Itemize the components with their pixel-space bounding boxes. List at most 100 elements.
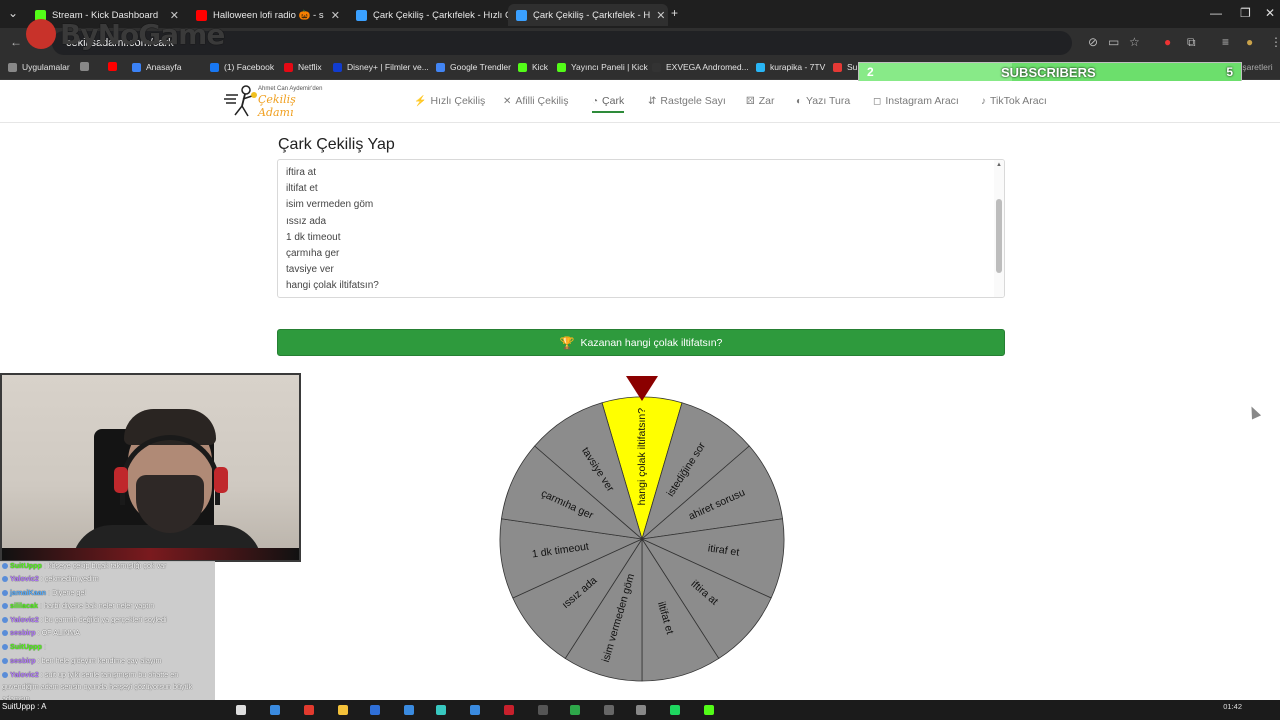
chat-username[interactable]: sesbirp bbox=[10, 628, 36, 637]
site-navbar: Ahmet Can Aydemir'den Çekiliş Adamı ⚡ Hız… bbox=[0, 81, 1280, 123]
entry-line: tavsiye ver bbox=[286, 264, 334, 276]
back-icon[interactable]: ← bbox=[10, 35, 22, 49]
chat-username[interactable]: Yalovic2 bbox=[10, 670, 39, 679]
bookmark-label: Anasayfa bbox=[146, 62, 182, 72]
taskbar-app-icon[interactable] bbox=[470, 705, 480, 715]
nav-item-label: Çark bbox=[602, 95, 625, 107]
nav-item-label: Hızlı Çekiliş bbox=[430, 95, 486, 107]
bookmark-item[interactable]: Netflix bbox=[284, 62, 322, 72]
site-logo[interactable]: Ahmet Can Aydemir'den Çekiliş Adamı bbox=[224, 83, 334, 119]
nav-item[interactable]: ✕ Afilli Çekiliş bbox=[503, 95, 568, 107]
taskbar-app-icon[interactable] bbox=[704, 705, 714, 715]
taskbar-app-icon[interactable] bbox=[604, 705, 614, 715]
browser-tab[interactable]: Çark Çekiliş - Çarkıfelek - H ✕ bbox=[508, 4, 668, 26]
entry-line: 1 dk timeout bbox=[286, 231, 341, 243]
mute-icon[interactable]: ⊘ bbox=[1088, 35, 1098, 49]
taskbar-app-icon[interactable] bbox=[670, 705, 680, 715]
tab-close-icon[interactable]: ✕ bbox=[325, 9, 340, 22]
extensions-puzzle-icon[interactable]: ⧉ bbox=[1187, 35, 1196, 50]
stream-chat: SuitUppp: köşeye çekip bıçak takmışlığı … bbox=[0, 561, 215, 711]
taskbar-app-icon[interactable] bbox=[636, 705, 646, 715]
minimize-icon[interactable]: — bbox=[1210, 6, 1222, 20]
tab-close-icon[interactable]: ✕ bbox=[650, 9, 665, 22]
chat-message: Yalovic2: çekmedim yedim bbox=[2, 574, 213, 583]
bookmark-favicon-icon bbox=[557, 62, 566, 72]
bookmark-item[interactable]: EXVEGA Andromed... bbox=[652, 62, 749, 72]
taskbar-app-icon[interactable] bbox=[338, 705, 348, 715]
browser-tab[interactable]: Çark Çekiliş - Çarkıfelek - Hızlı Ç✕ bbox=[348, 4, 508, 26]
close-window-icon[interactable]: ✕ bbox=[1265, 6, 1275, 20]
subscriber-current: 2 bbox=[867, 65, 874, 79]
chat-username[interactable]: Yalovic2 bbox=[10, 615, 39, 624]
nav-item[interactable]: ◻ Instagram Aracı bbox=[873, 95, 959, 107]
scroll-up-icon[interactable]: ▲ bbox=[996, 162, 1002, 168]
bookmark-item[interactable]: Google Trendler bbox=[436, 62, 511, 72]
nav-item-label: Yazı Tura bbox=[806, 95, 851, 107]
bookmark-item[interactable]: (1) Facebook bbox=[210, 62, 274, 72]
nav-item-icon: ◐ bbox=[796, 95, 803, 107]
taskbar-app-icon[interactable] bbox=[304, 705, 314, 715]
chat-username[interactable]: sesbirp bbox=[10, 656, 36, 665]
nav-item[interactable]: ◐ Yazı Tura bbox=[796, 95, 850, 107]
nav-item[interactable]: ♪ TikTok Aracı bbox=[981, 95, 1047, 107]
cast-icon[interactable]: ▭ bbox=[1108, 35, 1119, 49]
nav-item[interactable]: ⚄ Zar bbox=[746, 95, 774, 107]
bookmark-item[interactable]: Yayıncı Paneli | Kick bbox=[557, 62, 648, 72]
entries-scrollbar[interactable]: ▲ bbox=[994, 160, 1004, 297]
chat-text: köşeye çekip bıçak takmışlığı çok var bbox=[47, 561, 167, 570]
bookmark-item[interactable]: Disney+ | Filmler ve... bbox=[333, 62, 429, 72]
tab-label: Halloween lofi radio 🎃 - s bbox=[213, 9, 324, 21]
tab-favicon-icon bbox=[516, 9, 527, 21]
taskbar-app-icon[interactable] bbox=[370, 705, 380, 715]
site-logo-tagline: Ahmet Can Aydemir'den bbox=[258, 86, 323, 92]
chat-text: bu çarmıh değildi ya gerçekleri soyledi bbox=[44, 615, 167, 624]
chat-message: SuitUppp: köşeye çekip bıçak takmışlığı … bbox=[2, 561, 213, 570]
taskbar-app-icon[interactable] bbox=[404, 705, 414, 715]
entries-scroll-thumb[interactable] bbox=[996, 199, 1002, 273]
chat-username[interactable]: SuitUppp bbox=[10, 642, 42, 651]
taskbar-app-icon[interactable] bbox=[270, 705, 280, 715]
bookmark-favicon-icon bbox=[518, 62, 527, 72]
new-tab-button[interactable]: + bbox=[671, 6, 678, 20]
bookmark-favicon-icon bbox=[652, 62, 661, 72]
bookmark-item[interactable]: kurapika - 7TV bbox=[756, 62, 825, 72]
bookmark-item[interactable]: Anasayfa bbox=[132, 62, 181, 72]
reading-list-icon[interactable]: ≡ bbox=[1222, 35, 1229, 49]
nav-item-label: Zar bbox=[758, 95, 775, 107]
bookmark-favicon-icon bbox=[108, 62, 117, 71]
chat-text: harbi diyene bak neler neler yaptın bbox=[43, 601, 155, 610]
chat-badge-icon bbox=[2, 563, 8, 570]
bookmark-star-icon[interactable]: ☆ bbox=[1129, 35, 1140, 49]
extension-icon[interactable]: ● bbox=[1164, 35, 1171, 49]
nav-item[interactable]: ◔ Çark bbox=[592, 95, 625, 113]
taskbar-app-icon[interactable] bbox=[538, 705, 548, 715]
entries-textarea[interactable]: iftira at iltifat et isim vermeden göm ıssı… bbox=[277, 159, 1005, 298]
nav-item[interactable]: ⚡ Hızlı Çekiliş bbox=[414, 95, 485, 107]
restore-icon[interactable]: ❐ bbox=[1240, 6, 1251, 20]
menu-icon[interactable]: ⋮ bbox=[1270, 35, 1280, 49]
tab-label: Çark Çekiliş - Çarkıfelek - H bbox=[533, 9, 651, 21]
bookmark-item[interactable]: Su bbox=[833, 62, 857, 72]
chat-message: jamaiKaan: Diyene gel bbox=[2, 588, 213, 597]
bookmark-favicon-icon bbox=[833, 62, 842, 72]
profile-avatar-icon[interactable]: ● bbox=[1246, 35, 1253, 49]
windows-start-icon[interactable] bbox=[236, 705, 246, 715]
prize-wheel[interactable]: hangi çolak iltifatsın? istediğine sorahi… bbox=[496, 375, 788, 687]
bookmark-favicon-icon bbox=[436, 62, 445, 72]
tab-label: Çark Çekiliş - Çarkıfelek - Hızlı Ç bbox=[373, 9, 508, 21]
taskbar-app-icon[interactable] bbox=[504, 705, 514, 715]
taskbar-app-icon[interactable] bbox=[436, 705, 446, 715]
taskbar-chat-line: SuitUppp : A bbox=[2, 702, 47, 711]
chat-username[interactable]: Yalovic2 bbox=[10, 574, 39, 583]
chat-username[interactable]: SuitUppp bbox=[10, 561, 42, 570]
entry-line: hangi çolak iltifatsın? bbox=[286, 280, 379, 292]
bookmark-item[interactable] bbox=[80, 62, 94, 71]
nav-item[interactable]: ⇵ Rastgele Sayı bbox=[648, 95, 726, 107]
tab-search-icon[interactable]: ⌄ bbox=[8, 6, 18, 20]
chat-username[interactable]: jamaiKaan bbox=[10, 588, 46, 597]
taskbar-app-icon[interactable] bbox=[570, 705, 580, 715]
chat-username[interactable]: sililacak bbox=[10, 601, 38, 610]
bookmark-item[interactable] bbox=[108, 62, 122, 71]
bookmark-item[interactable]: Uygulamalar bbox=[8, 62, 70, 72]
bookmark-item[interactable]: Kick bbox=[518, 62, 548, 72]
